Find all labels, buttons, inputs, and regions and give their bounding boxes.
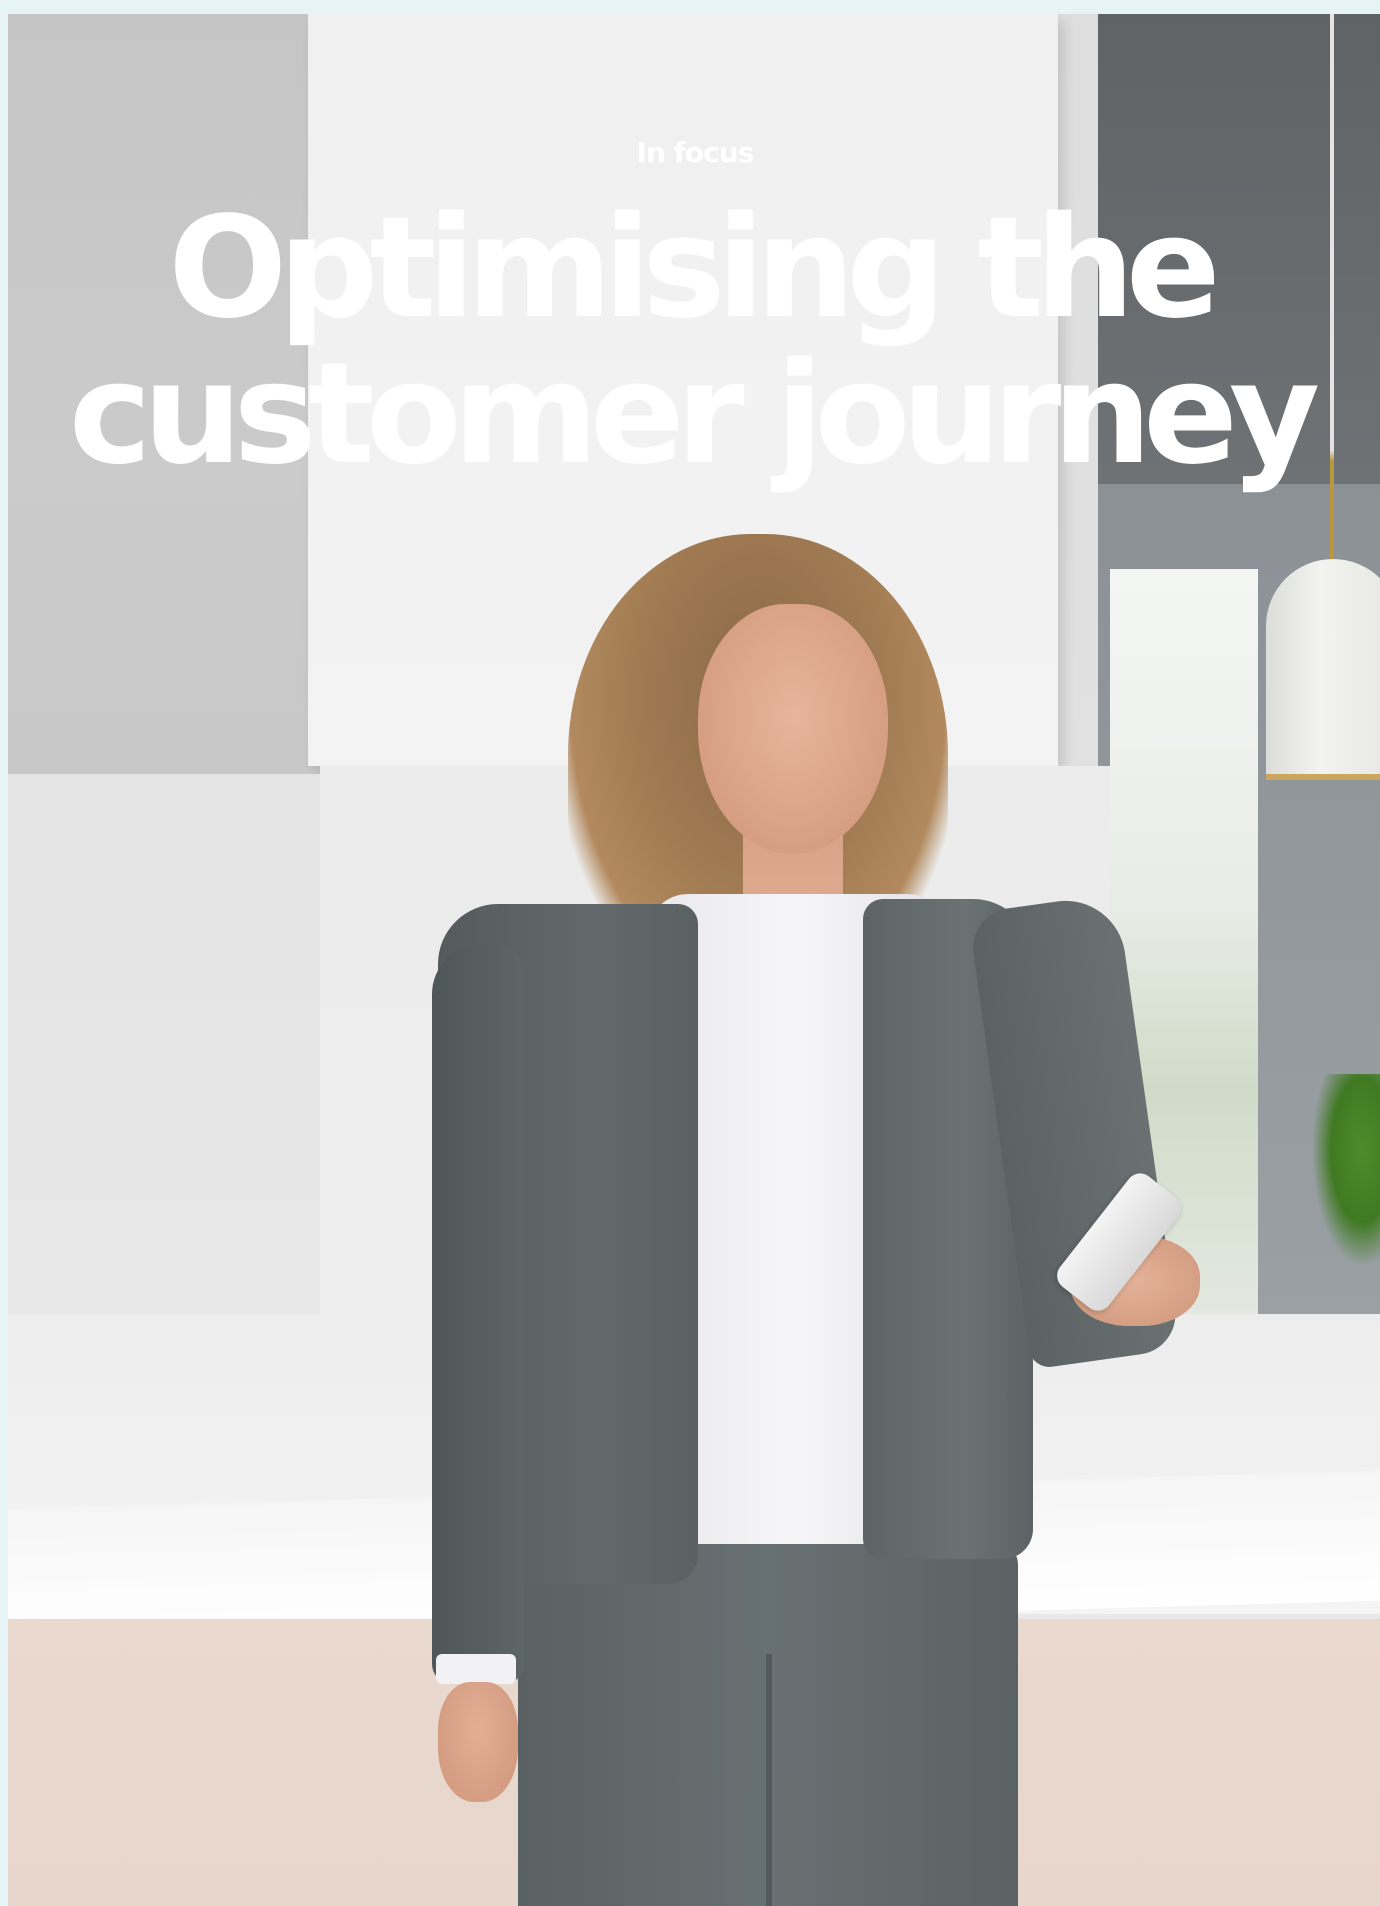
face	[698, 604, 888, 854]
left-hand	[438, 1682, 518, 1802]
section-kicker: In focus	[636, 136, 755, 169]
trouser-leg-split	[766, 1654, 772, 1906]
left-shirt-cuff	[436, 1654, 516, 1684]
left-sleeve	[432, 944, 524, 1684]
page-headline: Optimising the customer journey	[0, 196, 1380, 488]
headline-line-2: customer journey	[68, 333, 1320, 496]
headline-line-1: Optimising the	[168, 187, 1221, 350]
